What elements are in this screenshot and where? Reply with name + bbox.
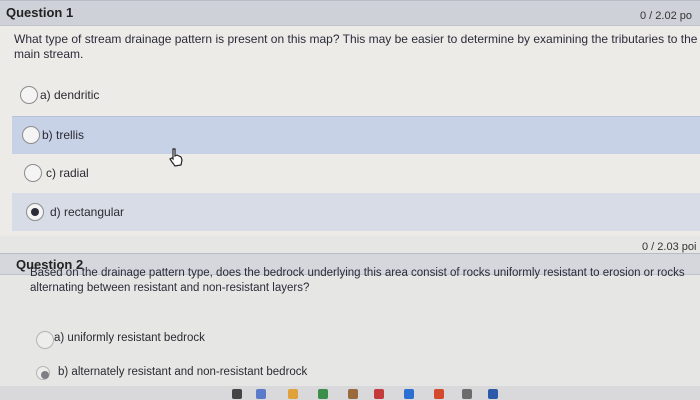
question-1-points: 0 / 2.02 po <box>640 10 692 22</box>
radio-button-selected-icon[interactable] <box>26 203 44 221</box>
taskbar-app-icon[interactable] <box>374 389 384 399</box>
radio-button-icon[interactable] <box>20 86 38 104</box>
question-1-text: What type of stream drainage pattern is … <box>14 32 698 61</box>
taskbar-app-icon[interactable] <box>288 389 298 399</box>
radio-button-icon[interactable] <box>24 164 42 182</box>
taskbar-app-icon[interactable] <box>318 389 328 399</box>
option-a-label[interactable]: a) dendritic <box>40 88 99 102</box>
option-b-label[interactable]: b) trellis <box>42 128 84 142</box>
question-2-points: 0 / 2.03 poi <box>642 241 697 253</box>
hand-pointer-cursor-icon <box>169 148 183 167</box>
option-b-row[interactable]: b) trellis <box>12 116 700 154</box>
question-1-title: Question 1 <box>6 5 74 20</box>
taskbar-app-icon[interactable] <box>256 389 266 399</box>
question-1-header: Question 1 0 / 2.02 po <box>0 0 700 26</box>
radio-button-selected-icon[interactable] <box>36 366 50 380</box>
option-c-row[interactable]: c) radial <box>12 155 700 193</box>
question-2-text: Based on the drainage pattern type, does… <box>30 267 685 294</box>
q2-option-b-label[interactable]: b) alternately resistant and non-resista… <box>58 366 307 378</box>
option-d-row[interactable]: d) rectangular <box>12 193 700 231</box>
option-d-label[interactable]: d) rectangular <box>50 205 124 219</box>
radio-button-icon[interactable] <box>36 331 54 349</box>
taskbar-app-icon[interactable] <box>488 389 498 399</box>
taskbar-app-icon[interactable] <box>404 389 414 399</box>
option-a-row[interactable]: a) dendritic <box>12 76 700 114</box>
taskbar-app-icon[interactable] <box>348 389 358 399</box>
taskbar-app-icon[interactable] <box>232 389 242 399</box>
taskbar-app-icon[interactable] <box>434 389 444 399</box>
taskbar-app-icon[interactable] <box>462 389 472 399</box>
radio-button-icon[interactable] <box>22 126 40 144</box>
option-c-label[interactable]: c) radial <box>46 166 89 180</box>
q2-option-a-row[interactable]: a) uniformly resistant bedrock <box>28 322 700 360</box>
q2-option-a-label[interactable]: a) uniformly resistant bedrock <box>54 332 205 344</box>
